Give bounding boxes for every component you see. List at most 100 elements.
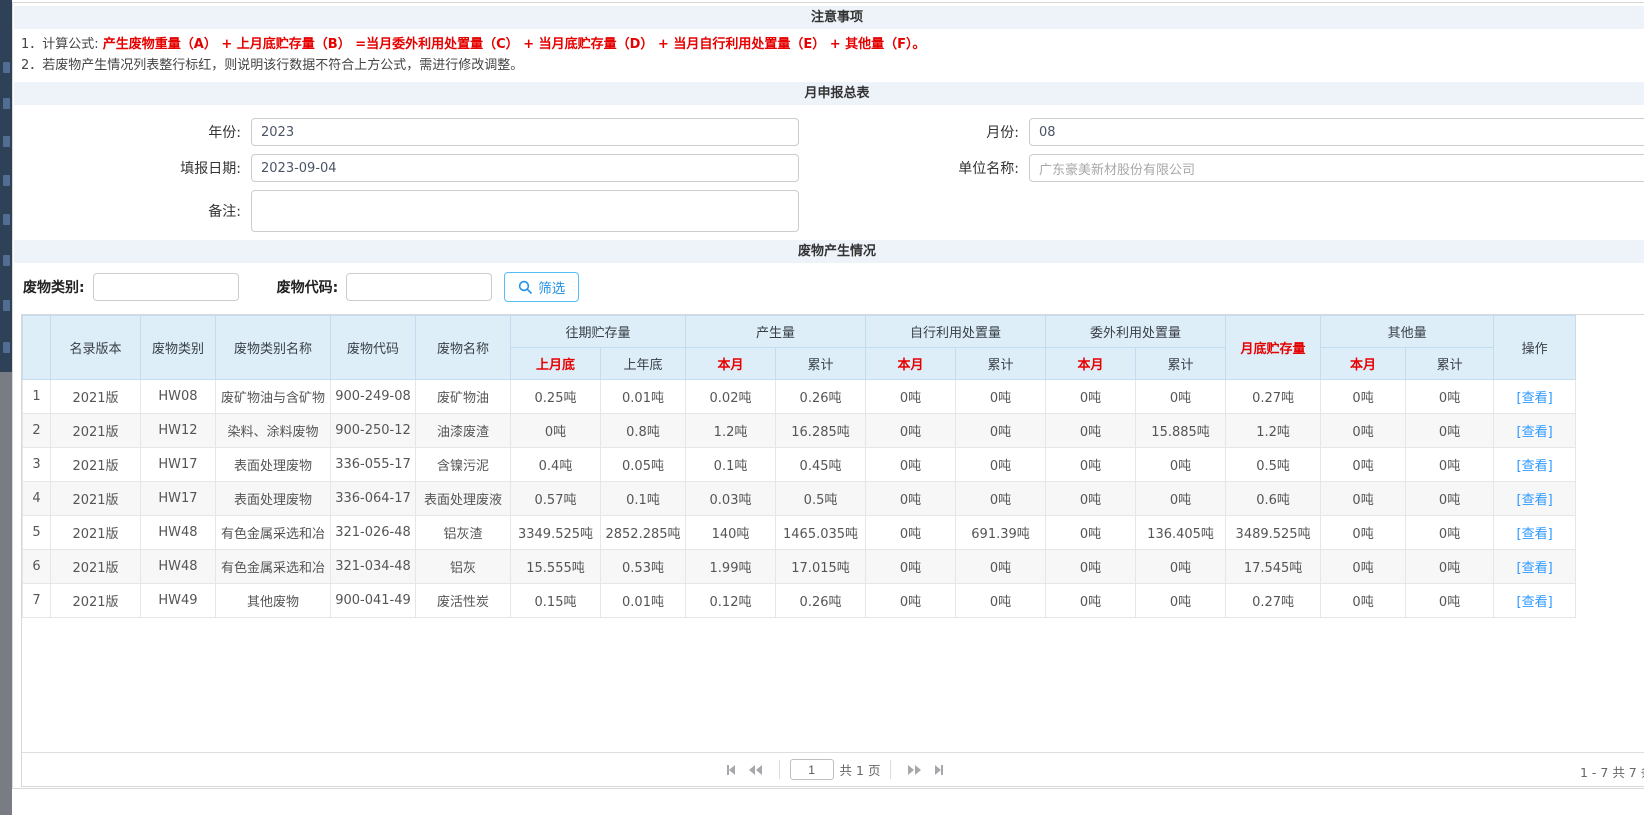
data-cell: 0吨 [1046,584,1136,618]
data-cell: 0吨 [1136,380,1226,414]
data-cell: 0吨 [1406,414,1494,448]
data-cell: 900-041-49 [331,584,416,618]
unit-name-input[interactable] [1029,154,1644,182]
sidebar-scrollbar-thumb[interactable] [0,372,12,815]
month-input[interactable] [1029,118,1644,146]
notice-line1-prefix: 1．计算公式: [21,37,103,52]
data-cell: HW48 [141,550,216,584]
year-input[interactable] [251,118,799,146]
table-row: 32021版HW17表面处理废物336-055-17含镍污泥0.4吨0.05吨0… [23,448,1576,482]
data-cell: 0吨 [1046,516,1136,550]
row-index-cell: 6 [23,550,51,584]
data-cell: HW12 [141,414,216,448]
pager-prev-button[interactable] [749,765,762,775]
main-panel: 注意事项 1．计算公式: 产生废物重量（A） + 上月底贮存量（B） =当月委外… [12,2,1644,789]
waste-category-input[interactable] [93,273,239,301]
data-cell: 0吨 [956,482,1046,516]
data-cell: 16.285吨 [776,414,866,448]
col-header-action: 操作 [1494,316,1576,380]
table-row: 72021版HW49其他废物900-041-49废活性炭0.15吨0.01吨0.… [23,584,1576,618]
summary-form: 年份: 月份: 填报日期: 单位名称: 备注: [13,105,1644,232]
data-cell: 0.8吨 [601,414,686,448]
waste-section-title: 废物产生情况 [14,240,1644,263]
data-cell: 0吨 [956,380,1046,414]
table-row: 52021版HW48有色金属采选和冶321-026-48铝灰渣3349.525吨… [23,516,1576,550]
data-cell: 0吨 [1406,584,1494,618]
data-cell: 0吨 [1321,516,1406,550]
remark-label: 备注: [13,201,251,221]
page-number-input[interactable] [790,759,834,780]
table-row: 22021版HW12染料、涂料废物900-250-12油漆废渣0吨0.8吨1.2… [23,414,1576,448]
data-cell: HW17 [141,448,216,482]
col-group-outsourced-disposal: 委外利用处置量 [1046,316,1226,348]
view-link[interactable]: [查看] [1517,425,1553,440]
month-label: 月份: [799,122,1029,142]
view-link[interactable]: [查看] [1517,561,1553,576]
remark-textarea[interactable] [251,190,799,232]
data-cell: 0.05吨 [601,448,686,482]
waste-table-panel: 名录版本 废物类别 废物类别名称 废物代码 废物名称 往期贮存量 产生量 自行利… [21,314,1644,787]
data-cell: 0.27吨 [1226,584,1321,618]
data-cell: 0吨 [866,482,956,516]
data-cell: 336-064-17 [331,482,416,516]
data-cell: 0吨 [866,516,956,550]
table-empty-area [22,618,1644,752]
data-cell: 0.26吨 [776,584,866,618]
data-cell: 0吨 [866,448,956,482]
data-cell: 0吨 [866,584,956,618]
data-cell: 0吨 [1046,380,1136,414]
sub-header-this-month: 本月 [1321,348,1406,380]
view-link[interactable]: [查看] [1517,595,1553,610]
col-header-month-end-storage: 月底贮存量 [1226,316,1321,380]
sub-header-this-month: 本月 [1046,348,1136,380]
col-header-index [23,316,51,380]
pager-first-button[interactable] [727,765,735,775]
data-cell: 其他废物 [216,584,331,618]
data-cell: 2852.285吨 [601,516,686,550]
filter-button[interactable]: 筛选 [504,272,579,302]
data-cell: 2021版 [51,380,141,414]
data-cell: 0.25吨 [511,380,601,414]
data-cell: 0吨 [1136,550,1226,584]
report-date-input[interactable] [251,154,799,182]
search-icon [518,280,532,294]
col-group-generated: 产生量 [686,316,866,348]
page: { "colors": { "accent_red": "#e60000", "… [0,0,1644,815]
pager-next-button[interactable] [908,765,921,775]
data-cell: HW48 [141,516,216,550]
data-cell: 0吨 [1321,550,1406,584]
data-cell: 17.545吨 [1226,550,1321,584]
data-cell: 2021版 [51,414,141,448]
waste-table: 名录版本 废物类别 废物类别名称 废物代码 废物名称 往期贮存量 产生量 自行利… [22,315,1576,618]
data-cell: 3489.525吨 [1226,516,1321,550]
data-cell: 0吨 [1046,550,1136,584]
data-cell: 0吨 [1046,448,1136,482]
data-cell: 0吨 [956,584,1046,618]
view-link[interactable]: [查看] [1517,459,1553,474]
data-cell: 0吨 [1406,448,1494,482]
data-cell: 0.1吨 [601,482,686,516]
action-cell: [查看] [1494,584,1576,618]
view-link[interactable]: [查看] [1517,527,1553,542]
col-header-name: 废物名称 [416,316,511,380]
view-link[interactable]: [查看] [1517,493,1553,508]
data-cell: 2021版 [51,584,141,618]
data-cell: 900-250-12 [331,414,416,448]
waste-code-input[interactable] [346,273,492,301]
data-cell: 0吨 [1046,414,1136,448]
sidebar-menu-fragment [3,300,10,311]
action-cell: [查看] [1494,550,1576,584]
data-cell: 17.015吨 [776,550,866,584]
row-index-cell: 4 [23,482,51,516]
sidebar-menu-fragment [3,342,10,353]
data-cell: HW49 [141,584,216,618]
data-cell: 0.12吨 [686,584,776,618]
pager-last-button[interactable] [935,765,943,775]
notice-section-title: 注意事项 [14,6,1644,29]
action-cell: [查看] [1494,482,1576,516]
view-link[interactable]: [查看] [1517,391,1553,406]
data-cell: 0.27吨 [1226,380,1321,414]
waste-category-label: 废物类别: [23,277,85,297]
sub-header-total: 累计 [1406,348,1494,380]
data-cell: 1.2吨 [686,414,776,448]
